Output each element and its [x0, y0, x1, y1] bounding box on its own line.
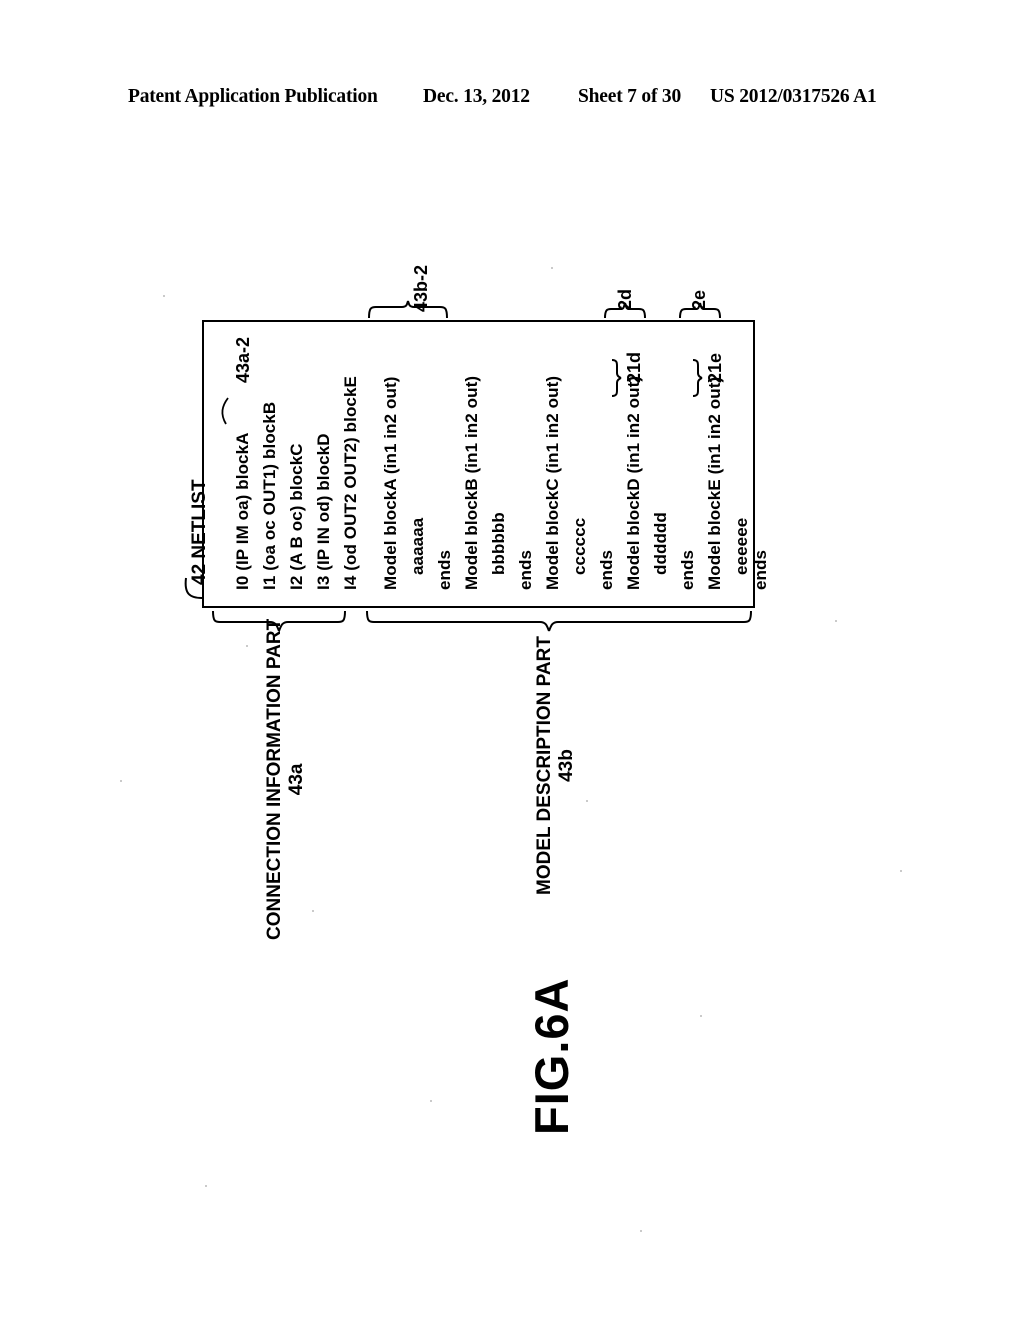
scan-speck [205, 1185, 207, 1187]
figure-label: FIG.6A [525, 977, 578, 1135]
model-part-label: MODEL DESCRIPTION PART 43b [534, 636, 578, 895]
model-part-name: MODEL DESCRIPTION PART [534, 636, 555, 895]
connection-part-label: CONNECTION INFORMATION PART 43a [264, 619, 308, 940]
connection-line-2: I2 (A B oc) blockC [287, 443, 306, 590]
model-block-1-body: bbbbbb [489, 512, 508, 575]
scan-speck [700, 1015, 702, 1017]
connection-part-name: CONNECTION INFORMATION PART [264, 618, 285, 940]
annotation-overlay [184, 300, 752, 632]
model-block-3-body: dddddd [651, 512, 670, 575]
model-block-4-header: Model blockE (in1 in2 out) [705, 376, 724, 590]
outer-ref-2e: 2e [689, 289, 709, 310]
model-block-3-end: ends [678, 549, 697, 590]
connection-part-ref: 43a [285, 763, 307, 796]
callout-43b-2: 43b-2 [411, 264, 431, 312]
model-block-0-body: aaaaaa [408, 517, 427, 575]
model-block-0-header: Model blockA (in1 in2 out) [381, 376, 400, 590]
scan-speck [900, 870, 902, 872]
model-block-0-end: ends [435, 549, 454, 590]
model-block-3-header: Model blockD (in1 in2 out) [624, 375, 643, 590]
scan-speck [586, 800, 588, 802]
connection-line-3: I3 (IP IN od) blockD [314, 433, 333, 590]
netlist-label: 42 NETLIST [189, 479, 210, 585]
connection-line-0: I0 (IP IM oa) blockA [233, 432, 252, 590]
model-block-4-body: eeeeee [732, 517, 751, 575]
brace-43b-2 [368, 300, 448, 319]
scan-speck [120, 780, 122, 782]
scan-speck [640, 1230, 642, 1232]
scan-speck [163, 295, 165, 297]
model-part-ref: 43b [555, 749, 577, 782]
model-block-1-header: Model blockB (in1 in2 out) [462, 375, 481, 590]
model-block-2-end: ends [597, 549, 616, 590]
brace-model-part [366, 610, 752, 632]
inner-ref-21d: 21d [624, 351, 644, 383]
figure-drawing: I0 (IP IM oa) blockA I1 (oa oc OUT1) blo… [0, 0, 1024, 1320]
outer-ref-2d: 2d [615, 288, 635, 310]
scan-speck [551, 267, 553, 269]
scan-speck [246, 645, 248, 647]
model-block-2-body: cccccc [570, 517, 589, 575]
callout-43a-2: 43a-2 [233, 336, 253, 383]
scan-speck [312, 910, 314, 912]
model-block-1-end: ends [516, 549, 535, 590]
scan-speck [430, 1100, 432, 1102]
scan-speck [835, 620, 837, 622]
model-block-2-header: Model blockC (in1 in2 out) [543, 375, 562, 590]
model-block-4-end: ends [751, 549, 770, 590]
inner-ref-21e: 21e [705, 352, 725, 383]
connection-line-4: I4 (od OUT2 OUT2) blockE [341, 376, 360, 590]
connection-line-1: I1 (oa oc OUT1) blockB [260, 401, 279, 590]
